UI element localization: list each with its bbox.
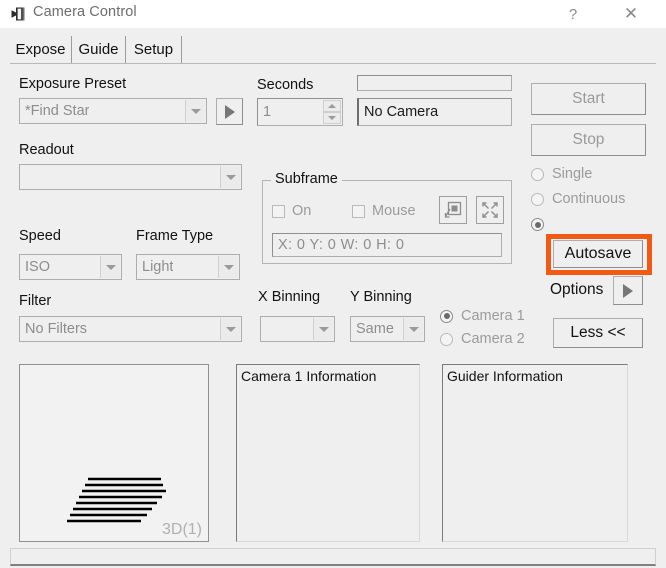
stepper-down-icon[interactable] [323,112,341,124]
chevron-down-icon[interactable] [313,318,333,340]
filter-value: No Filters [25,321,88,337]
seconds-value: 1 [263,104,272,120]
y-binning-label: Y Binning [350,289,412,305]
frame-type-label: Frame Type [136,228,214,244]
seconds-input[interactable]: 1 [257,98,343,126]
camera-1-radio[interactable]: Camera 1 [440,308,525,324]
close-icon[interactable]: ✕ [608,0,654,28]
speed-combo[interactable]: ISO [19,254,122,280]
radio-dot [531,192,544,206]
title-bar: Camera Control ? ✕ [0,0,666,29]
chevron-down-icon[interactable] [100,256,120,278]
filter-label: Filter [19,293,52,309]
subframe-mouse-checkbox[interactable]: Mouse [352,203,416,219]
camera-2-label: Camera 2 [461,331,525,347]
y-binning-combo[interactable]: Same [350,316,425,342]
striped-parallelogram-icon [67,477,166,523]
mode-continuous-label: Continuous [552,191,626,207]
camera-2-radio[interactable]: Camera 2 [440,331,525,347]
status-area [10,548,656,566]
subframe-group-title: Subframe [271,171,342,187]
seconds-stepper[interactable] [323,100,341,124]
speed-value: ISO [25,259,50,275]
tab-guide[interactable]: Guide [72,36,126,63]
expand-arrows-icon[interactable] [476,196,504,224]
stop-button[interactable]: Stop [531,124,646,156]
chevron-down-icon[interactable] [220,166,240,188]
radio-dot [531,167,544,181]
camera-control-window: Camera Control ? ✕ Expose Guide Setup Ex… [0,0,666,568]
client-area: Expose Guide Setup Exposure Preset *Find… [0,28,666,568]
chevron-down-icon[interactable] [220,318,240,340]
frame-type-combo[interactable]: Light [136,254,240,280]
readout-combo[interactable] [19,164,242,190]
mode-single-radio[interactable]: Single [531,166,592,182]
seconds-label: Seconds [257,77,314,93]
camera-info-panel[interactable]: Camera 1 Information [236,364,420,542]
guider-info-title: Guider Information [447,368,563,384]
options-label: Options [550,281,604,298]
subframe-on-checkbox[interactable]: On [272,203,311,219]
chevron-down-icon[interactable] [218,256,238,278]
exposure-preset-label: Exposure Preset [19,76,127,92]
frame-type-value: Light [142,259,174,275]
camera-status-field: No Camera [357,98,512,126]
radio-dot [531,218,544,231]
options-expand-button[interactable] [613,276,643,305]
exposure-preset-combo[interactable]: *Find Star [19,98,207,124]
radio-dot [440,332,453,346]
mode-autosave-radio[interactable] [531,218,552,231]
mode-single-label: Single [552,166,593,182]
chevron-down-icon[interactable] [403,318,423,340]
checkbox-box [352,204,365,218]
mode-continuous-radio[interactable]: Continuous [531,191,625,207]
camera-info-title: Camera 1 Information [241,368,377,384]
autosave-button[interactable]: Autosave [553,240,643,268]
preview-mode-tag: 3D(1) [161,521,202,538]
filter-combo[interactable]: No Filters [19,316,242,342]
exposure-preset-value: *Find Star [25,103,90,119]
x-binning-label: X Binning [258,289,321,305]
y-binning-value: Same [356,321,394,337]
image-preview-panel[interactable]: 3D(1) [19,364,209,542]
subframe-on-label: On [292,203,312,219]
play-arrow-icon [623,283,633,298]
chevron-down-icon[interactable] [185,100,205,122]
help-icon[interactable]: ? [550,0,596,28]
x-binning-combo[interactable] [260,316,335,342]
subframe-coords-field[interactable]: X: 0 Y: 0 W: 0 H: 0 [272,233,502,257]
tab-expose[interactable]: Expose [10,36,72,63]
progress-status-bar [357,75,512,91]
less-button[interactable]: Less << [553,318,643,348]
tab-underline [10,63,656,64]
exposure-preset-go-button[interactable] [216,98,243,125]
tab-setup[interactable]: Setup [126,36,182,63]
checkbox-box [272,204,285,218]
window-title: Camera Control [33,4,137,20]
play-arrow-icon [224,104,235,119]
radio-dot [440,309,453,323]
subframe-select-icon[interactable] [439,196,467,224]
speed-label: Speed [19,228,61,244]
subframe-mouse-label: Mouse [372,203,416,219]
stepper-up-icon[interactable] [323,100,341,112]
camera-icon [8,4,28,24]
camera-1-label: Camera 1 [461,308,525,324]
guider-info-panel[interactable]: Guider Information [442,364,628,542]
start-button[interactable]: Start [531,83,646,115]
readout-label: Readout [19,142,74,158]
